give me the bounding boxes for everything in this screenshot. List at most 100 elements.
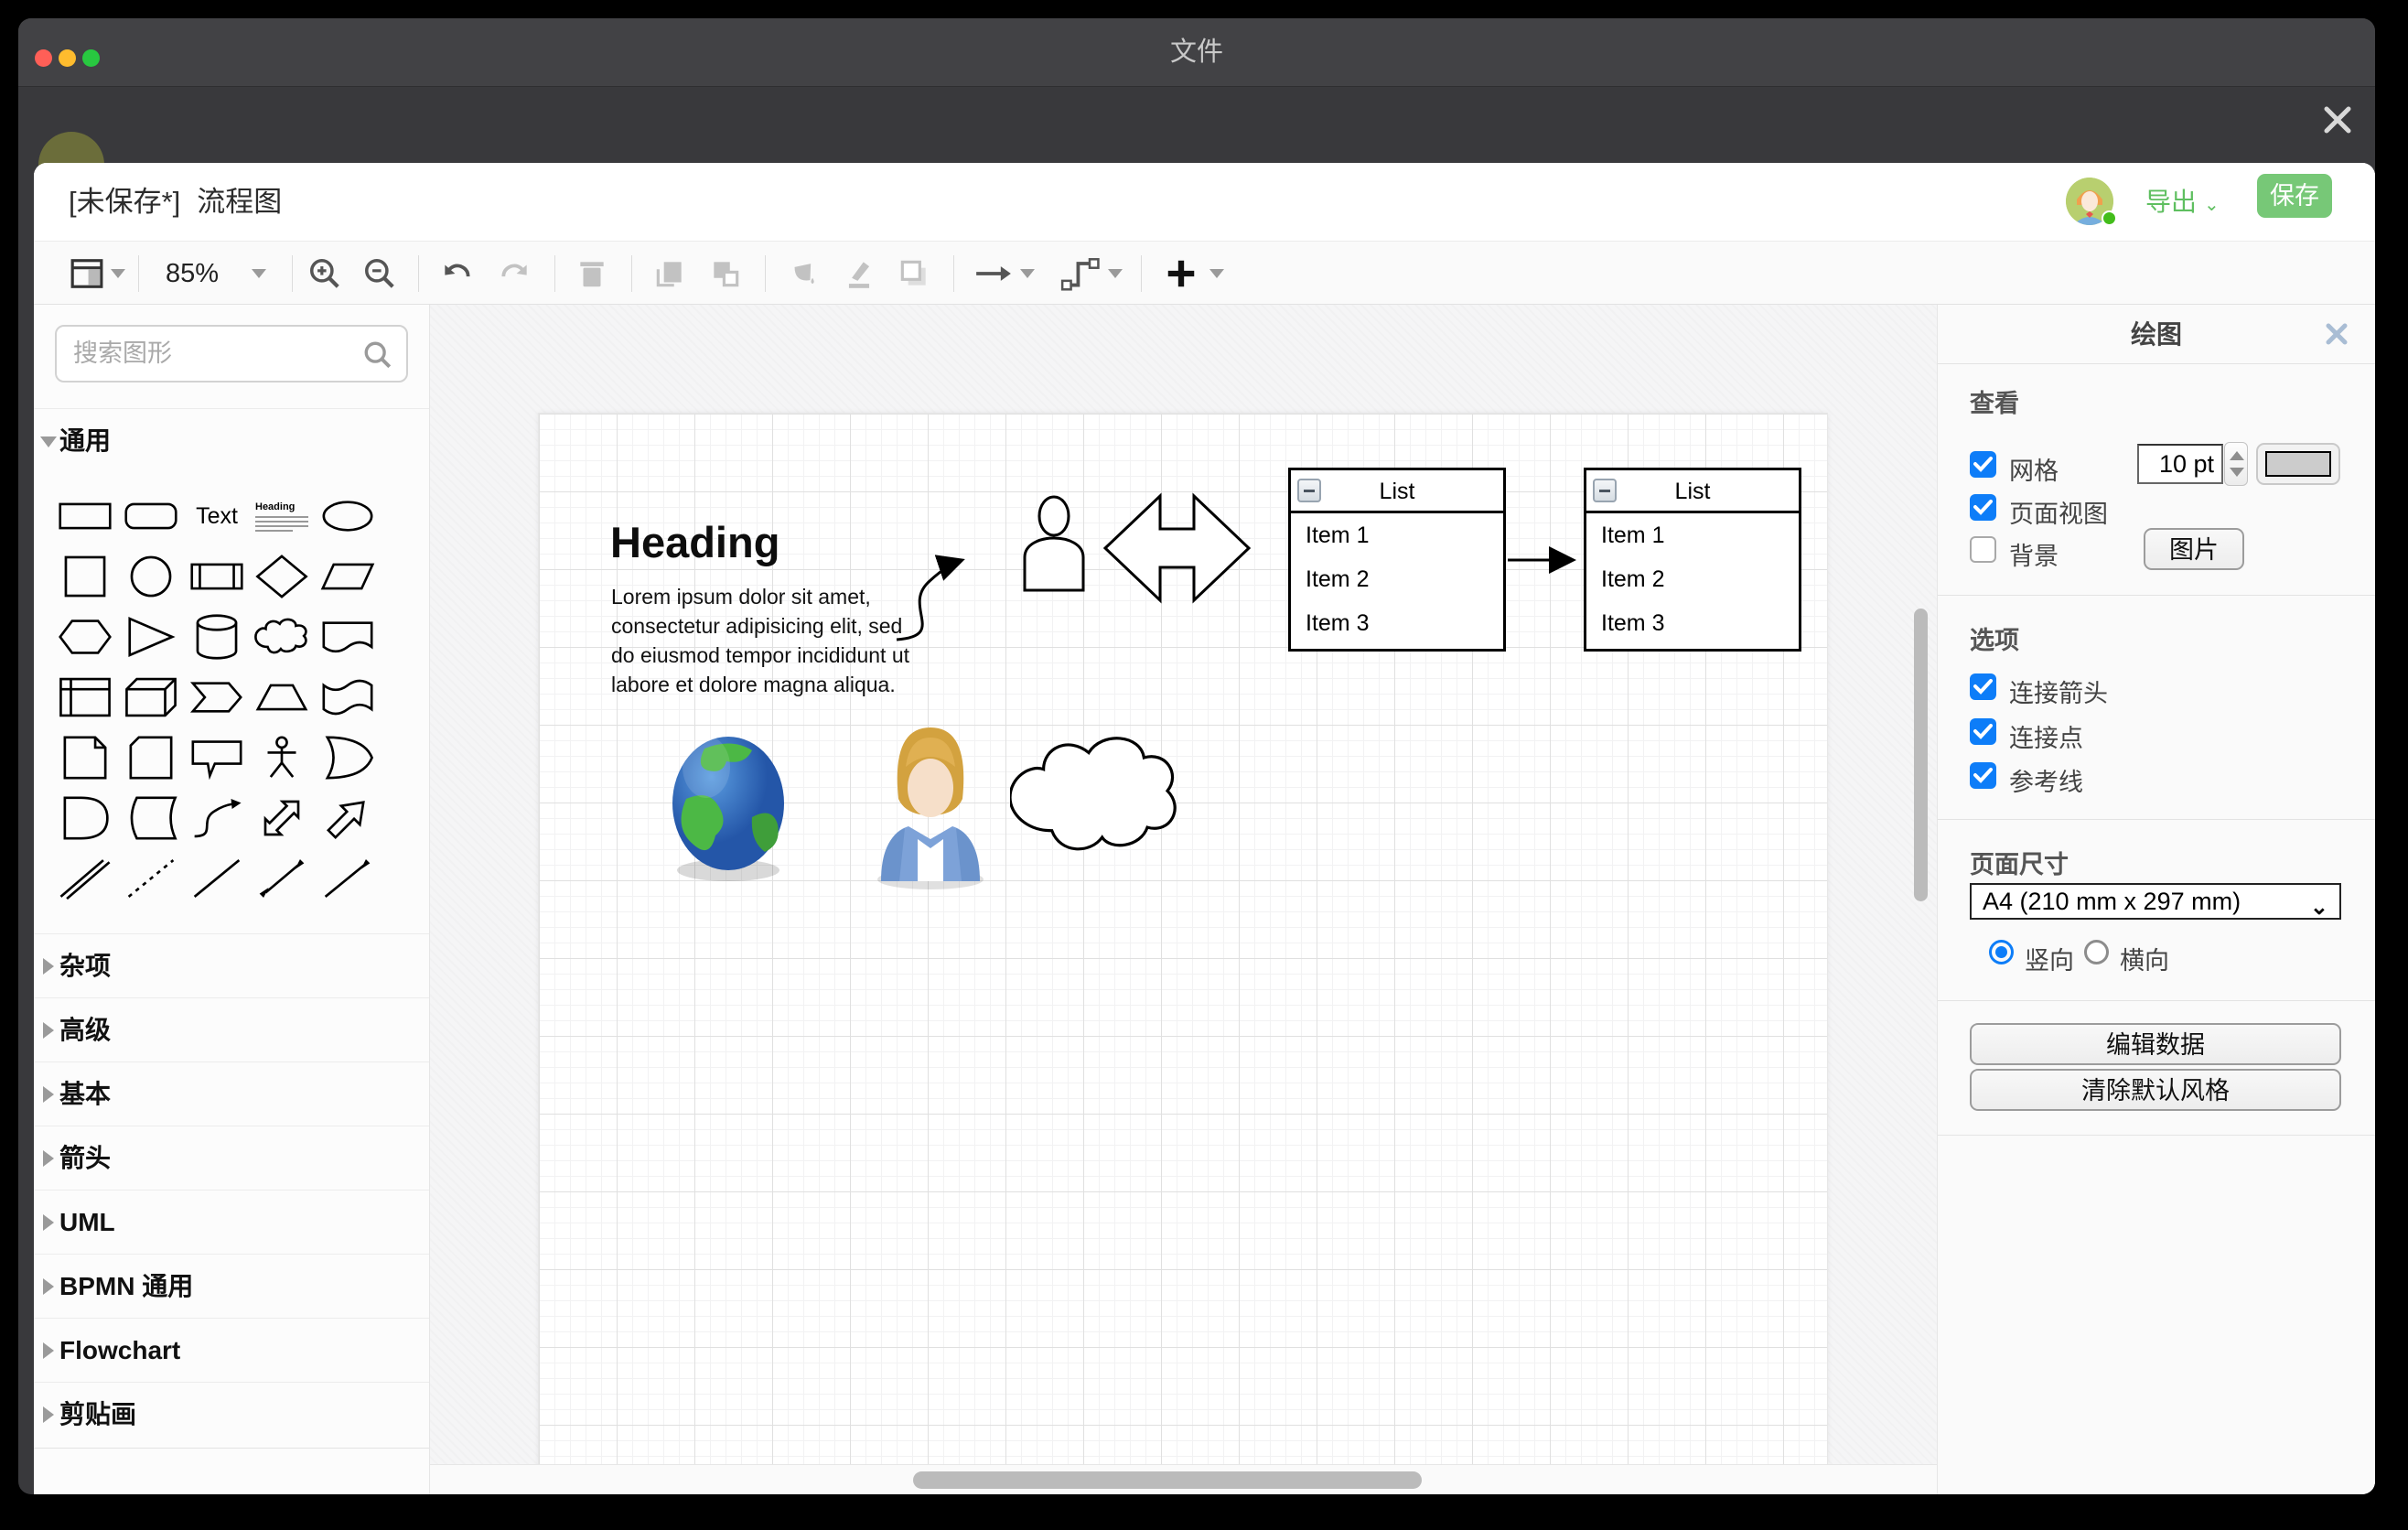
sidebar-section-basic[interactable]: 基本: [34, 1061, 429, 1126]
page-size-select[interactable]: A4 (210 mm x 297 mm) ⌄: [1970, 883, 2341, 920]
shape-directional-connector[interactable]: [315, 850, 381, 907]
redo-icon[interactable]: [498, 255, 532, 292]
cloud-shape[interactable]: [1010, 738, 1175, 849]
grid-size-input[interactable]: [2137, 444, 2223, 484]
zoom-level-caret[interactable]: [252, 255, 266, 292]
shape-cylinder[interactable]: [184, 609, 250, 665]
woman-clipart[interactable]: [877, 727, 984, 889]
connection-style-caret[interactable]: [1020, 255, 1035, 292]
page-view-checkbox[interactable]: [1970, 494, 1996, 521]
shape-parallelogram[interactable]: [315, 548, 381, 605]
shape-process[interactable]: [184, 548, 250, 605]
shape-dashed-line[interactable]: [118, 850, 184, 907]
actor-shape[interactable]: [1025, 497, 1083, 590]
shape-document[interactable]: [315, 609, 381, 665]
shape-circle[interactable]: [118, 548, 184, 605]
shape-search[interactable]: [55, 325, 408, 382]
connection-arrows-checkbox[interactable]: [1970, 673, 1996, 700]
collapse-icon[interactable]: [1297, 479, 1321, 502]
list-item[interactable]: Item 3: [1586, 601, 1799, 645]
to-back-icon[interactable]: [708, 255, 743, 292]
shape-bidirectional-arrow[interactable]: [249, 790, 315, 846]
guides-checkbox[interactable]: [1970, 762, 1996, 789]
shape-line[interactable]: [184, 850, 250, 907]
grid-checkbox[interactable]: [1970, 451, 1996, 478]
shape-or[interactable]: [315, 729, 381, 786]
undo-icon[interactable]: [439, 255, 474, 292]
fill-color-icon[interactable]: [785, 255, 820, 292]
shape-hexagon[interactable]: [52, 609, 118, 665]
curve-connector[interactable]: [897, 560, 962, 640]
shape-text[interactable]: Text: [184, 488, 250, 544]
sidebar-section-flowchart[interactable]: Flowchart: [34, 1318, 429, 1382]
shape-step[interactable]: [184, 669, 250, 726]
close-icon[interactable]: [2320, 102, 2355, 137]
shape-tape[interactable]: [315, 669, 381, 726]
landscape-radio[interactable]: [2084, 940, 2109, 964]
waypoint-style-icon[interactable]: [1059, 255, 1100, 292]
sidebar-section-clipart[interactable]: 剪贴画: [34, 1382, 429, 1446]
zoom-in-icon[interactable]: [307, 255, 342, 292]
view-panels-button[interactable]: [69, 255, 105, 292]
delete-icon[interactable]: [575, 255, 609, 292]
drawing-canvas[interactable]: Heading Lorem ipsum dolor sit amet, cons…: [430, 305, 1937, 1494]
save-button[interactable]: 保存: [2257, 174, 2332, 218]
view-panels-caret[interactable]: [111, 255, 125, 292]
double-arrow-shape[interactable]: [1105, 496, 1249, 600]
grid-size-stepper[interactable]: [2224, 442, 2248, 486]
zoom-out-icon[interactable]: [362, 255, 397, 292]
list-shape-1[interactable]: List Item 1 Item 2 Item 3: [1288, 468, 1506, 652]
sidebar-section-bpmn[interactable]: BPMN 通用: [34, 1254, 429, 1318]
list-shape-2[interactable]: List Item 1 Item 2 Item 3: [1584, 468, 1801, 652]
shape-actor[interactable]: [249, 729, 315, 786]
grid-color-swatch[interactable]: [2256, 443, 2340, 485]
shape-internal-storage[interactable]: [52, 669, 118, 726]
shape-rectangle[interactable]: [52, 488, 118, 544]
vertical-scrollbar[interactable]: [1914, 609, 1928, 901]
connection-style-icon[interactable]: [973, 255, 1014, 292]
background-checkbox[interactable]: [1970, 536, 1996, 563]
shape-trapezoid[interactable]: [249, 669, 315, 726]
waypoint-style-caret[interactable]: [1108, 255, 1123, 292]
shape-curve[interactable]: [184, 790, 250, 846]
to-front-icon[interactable]: [652, 255, 687, 292]
edit-data-button[interactable]: 编辑数据: [1970, 1023, 2341, 1065]
shape-ellipse[interactable]: [315, 488, 381, 544]
zoom-level[interactable]: 85%: [166, 255, 219, 292]
shape-note[interactable]: [52, 729, 118, 786]
portrait-radio[interactable]: [1989, 940, 2014, 964]
shape-diamond[interactable]: [249, 548, 315, 605]
background-image-button[interactable]: 图片: [2144, 528, 2244, 570]
shape-cube[interactable]: [118, 669, 184, 726]
section-general[interactable]: 通用: [34, 408, 429, 472]
shape-triangle[interactable]: [118, 609, 184, 665]
shape-cloud[interactable]: [249, 609, 315, 665]
shape-bidirectional-connector[interactable]: [249, 850, 315, 907]
insert-icon[interactable]: [1164, 255, 1199, 292]
globe-clipart[interactable]: [672, 736, 784, 881]
sidebar-section-advanced[interactable]: 高级: [34, 997, 429, 1061]
shape-link[interactable]: [52, 850, 118, 907]
connection-points-checkbox[interactable]: [1970, 718, 1996, 745]
line-color-icon[interactable]: [842, 255, 876, 292]
sidebar-section-arrows[interactable]: 箭头: [34, 1126, 429, 1190]
shape-and[interactable]: [52, 790, 118, 846]
horizontal-scrollbar-track[interactable]: [430, 1464, 1937, 1494]
search-input[interactable]: [73, 327, 357, 381]
sidebar-section-misc[interactable]: 杂项: [34, 933, 429, 997]
horizontal-scrollbar-thumb[interactable]: [913, 1471, 1422, 1489]
shape-square[interactable]: [52, 548, 118, 605]
list-item[interactable]: Item 1: [1586, 513, 1799, 557]
list-item[interactable]: Item 2: [1586, 557, 1799, 601]
panel-close-icon[interactable]: [2322, 319, 2351, 349]
shape-textbox[interactable]: Heading: [249, 488, 315, 544]
clear-default-style-button[interactable]: 清除默认风格: [1970, 1069, 2341, 1111]
shape-card[interactable]: [118, 729, 184, 786]
list-item[interactable]: Item 2: [1291, 557, 1503, 601]
shape-callout[interactable]: [184, 729, 250, 786]
export-button[interactable]: 导出⌄: [2145, 163, 2220, 241]
collapse-icon[interactable]: [1593, 479, 1617, 502]
insert-caret[interactable]: [1209, 255, 1224, 292]
shape-data-storage[interactable]: [118, 790, 184, 846]
shape-arrow[interactable]: [315, 790, 381, 846]
